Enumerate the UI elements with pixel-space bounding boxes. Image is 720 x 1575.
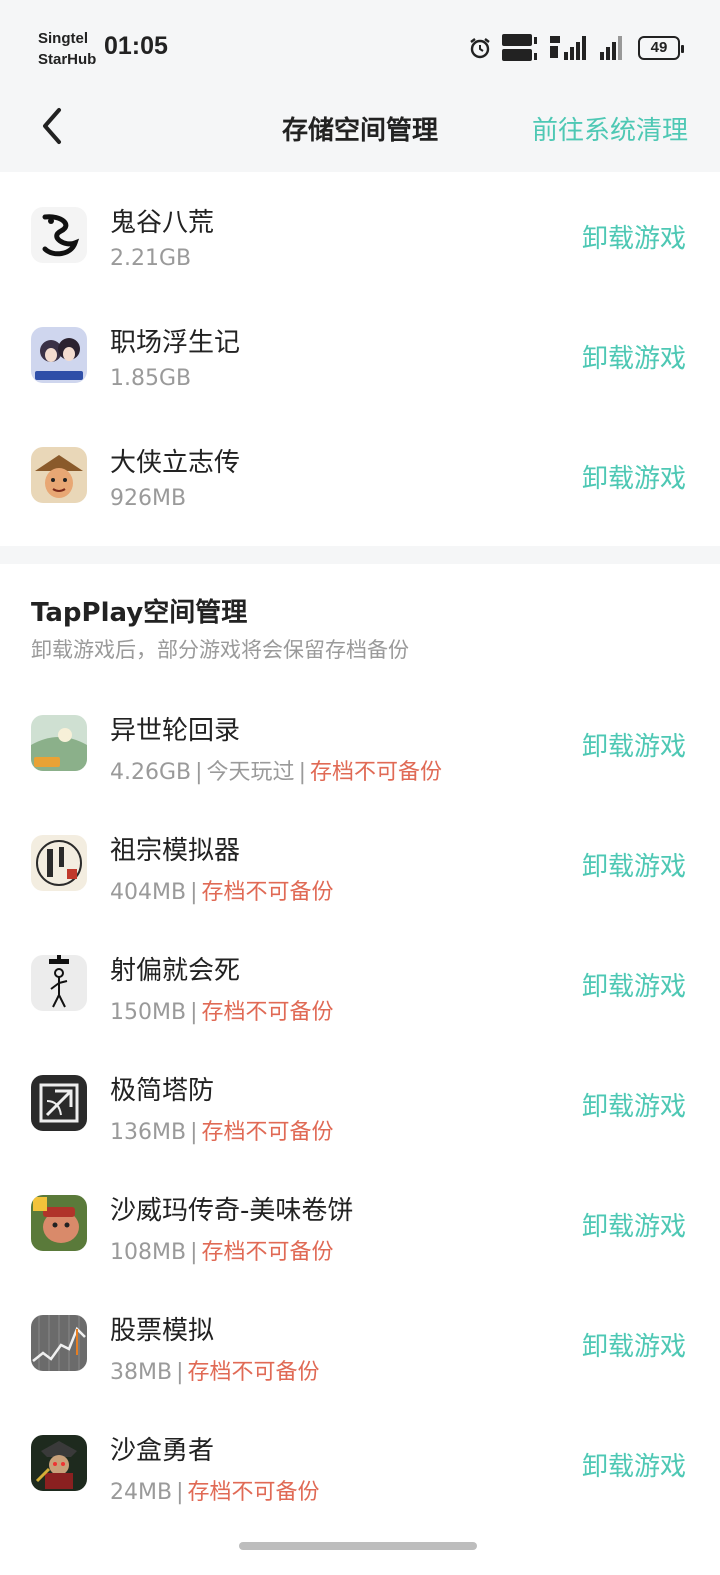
- game-size: 1.85GB: [110, 366, 192, 391]
- game-row: 股票模拟 38MB | 存档不可备份 卸载游戏: [0, 1286, 720, 1406]
- game-meta: 404MB | 存档不可备份: [110, 874, 334, 906]
- game-name: 大侠立志传: [110, 448, 241, 478]
- section-title: TapPlay空间管理: [31, 598, 248, 628]
- system-cleanup-link[interactable]: 前往系统清理: [532, 110, 688, 147]
- system-icons: 49: [468, 33, 684, 63]
- backup-status: 存档不可备份: [187, 1360, 320, 1385]
- status-bar: Singtel StarHub 01:05 49: [0, 0, 720, 90]
- backup-status: 存档不可备份: [201, 1000, 334, 1025]
- game-name: 异世轮回录: [110, 716, 241, 746]
- uninstall-button[interactable]: 卸载游戏: [582, 1446, 686, 1483]
- game-icon-zuzong: [31, 835, 87, 891]
- backup-status: 存档不可备份: [187, 1480, 320, 1505]
- meta-separator: |: [298, 760, 306, 785]
- clock: 01:05: [104, 32, 168, 60]
- game-size: 38MB: [110, 1360, 173, 1385]
- tapplay-games-list: 异世轮回录 4.26GB | 今天玩过 | 存档不可备份 卸载游戏 祖宗模拟器 404M…: [0, 686, 720, 1526]
- backup-status: 存档不可备份: [201, 880, 334, 905]
- meta-separator: |: [195, 760, 203, 785]
- uninstall-button[interactable]: 卸载游戏: [582, 846, 686, 883]
- game-meta: 24MB | 存档不可备份: [110, 1474, 320, 1506]
- game-size: 24MB: [110, 1480, 173, 1505]
- game-icon-jijian: [31, 1075, 87, 1131]
- meta-separator: |: [190, 880, 198, 905]
- game-name: 射偏就会死: [110, 956, 241, 986]
- home-indicator[interactable]: [239, 1542, 477, 1550]
- section-divider: [0, 546, 720, 564]
- game-size: 2.21GB: [110, 246, 192, 271]
- game-icon-shahe: [31, 1435, 87, 1491]
- game-meta: 108MB | 存档不可备份: [110, 1234, 334, 1266]
- game-icon-yishi: [31, 715, 87, 771]
- last-played: 今天玩过: [206, 760, 295, 785]
- header-bar: 存储空间管理 前往系统清理: [0, 90, 720, 172]
- alarm-icon: [470, 38, 490, 59]
- meta-separator: |: [190, 1000, 198, 1025]
- game-size: 136MB: [110, 1120, 187, 1145]
- game-size: 404MB: [110, 880, 187, 905]
- game-meta: 136MB | 存档不可备份: [110, 1114, 334, 1146]
- carrier-label: Singtel StarHub: [38, 28, 96, 70]
- meta-separator: |: [190, 1120, 198, 1145]
- game-name: 沙盒勇者: [110, 1436, 215, 1466]
- uninstall-button[interactable]: 卸载游戏: [582, 726, 686, 763]
- game-size: 150MB: [110, 1000, 187, 1025]
- battery-icon: 49: [638, 36, 684, 60]
- game-icon-zhichang: [31, 327, 87, 383]
- game-name: 祖宗模拟器: [110, 836, 241, 866]
- game-icon-guigu: [31, 207, 87, 263]
- game-name: 职场浮生记: [110, 328, 241, 358]
- game-row: 沙盒勇者 24MB | 存档不可备份 卸载游戏: [0, 1406, 720, 1526]
- uninstall-button[interactable]: 卸载游戏: [582, 218, 686, 255]
- game-row: 射偏就会死 150MB | 存档不可备份 卸载游戏: [0, 926, 720, 1046]
- game-icon-gupiao: [31, 1315, 87, 1371]
- uninstall-button[interactable]: 卸载游戏: [582, 1086, 686, 1123]
- game-name: 极简塔防: [110, 1076, 215, 1106]
- game-name: 股票模拟: [110, 1316, 215, 1346]
- game-size: 108MB: [110, 1240, 187, 1265]
- game-row: 职场浮生记 1.85GB 卸载游戏: [0, 298, 720, 418]
- backup-status: 存档不可备份: [309, 760, 442, 785]
- meta-separator: |: [176, 1480, 184, 1505]
- uninstall-button[interactable]: 卸载游戏: [582, 1326, 686, 1363]
- meta-separator: |: [190, 1240, 198, 1265]
- game-meta: 38MB | 存档不可备份: [110, 1354, 320, 1386]
- section-subtitle: 卸载游戏后，部分游戏将会保留存档备份: [31, 638, 409, 662]
- game-row: 鬼谷八荒 2.21GB 卸载游戏: [0, 178, 720, 298]
- game-size: 926MB: [110, 486, 187, 511]
- volte-hd-icon: [502, 34, 537, 61]
- game-name: 沙威玛传奇-美味卷饼: [110, 1196, 354, 1226]
- game-row: 祖宗模拟器 404MB | 存档不可备份 卸载游戏: [0, 806, 720, 926]
- carrier-line-1: Singtel: [38, 30, 89, 47]
- game-row: 异世轮回录 4.26GB | 今天玩过 | 存档不可备份 卸载游戏: [0, 686, 720, 806]
- uninstall-button[interactable]: 卸载游戏: [582, 458, 686, 495]
- meta-separator: |: [176, 1360, 184, 1385]
- game-row: 沙威玛传奇-美味卷饼 108MB | 存档不可备份 卸载游戏: [0, 1166, 720, 1286]
- game-icon-daxia: [31, 447, 87, 503]
- game-name: 鬼谷八荒: [110, 208, 215, 238]
- uninstall-button[interactable]: 卸载游戏: [582, 966, 686, 1003]
- game-size: 4.26GB: [110, 760, 192, 785]
- signal-icon: [600, 36, 622, 60]
- game-icon-shepian: [31, 955, 87, 1011]
- game-icon-shaweima: [31, 1195, 87, 1251]
- game-row: 极简塔防 136MB | 存档不可备份 卸载游戏: [0, 1046, 720, 1166]
- game-meta: 4.26GB | 今天玩过 | 存档不可备份: [110, 754, 442, 786]
- carrier-line-2: StarHub: [38, 51, 97, 68]
- game-meta: 150MB | 存档不可备份: [110, 994, 334, 1026]
- backup-status: 存档不可备份: [201, 1240, 334, 1265]
- 5g-signal-icon: [550, 36, 586, 60]
- backup-status: 存档不可备份: [201, 1120, 334, 1145]
- game-row: 大侠立志传 926MB 卸载游戏: [0, 418, 720, 538]
- uninstall-button[interactable]: 卸载游戏: [582, 338, 686, 375]
- device-games-list: 鬼谷八荒 2.21GB 卸载游戏 职场浮生记 1.85GB 卸载游戏 大侠立志传…: [0, 172, 720, 544]
- uninstall-button[interactable]: 卸载游戏: [582, 1206, 686, 1243]
